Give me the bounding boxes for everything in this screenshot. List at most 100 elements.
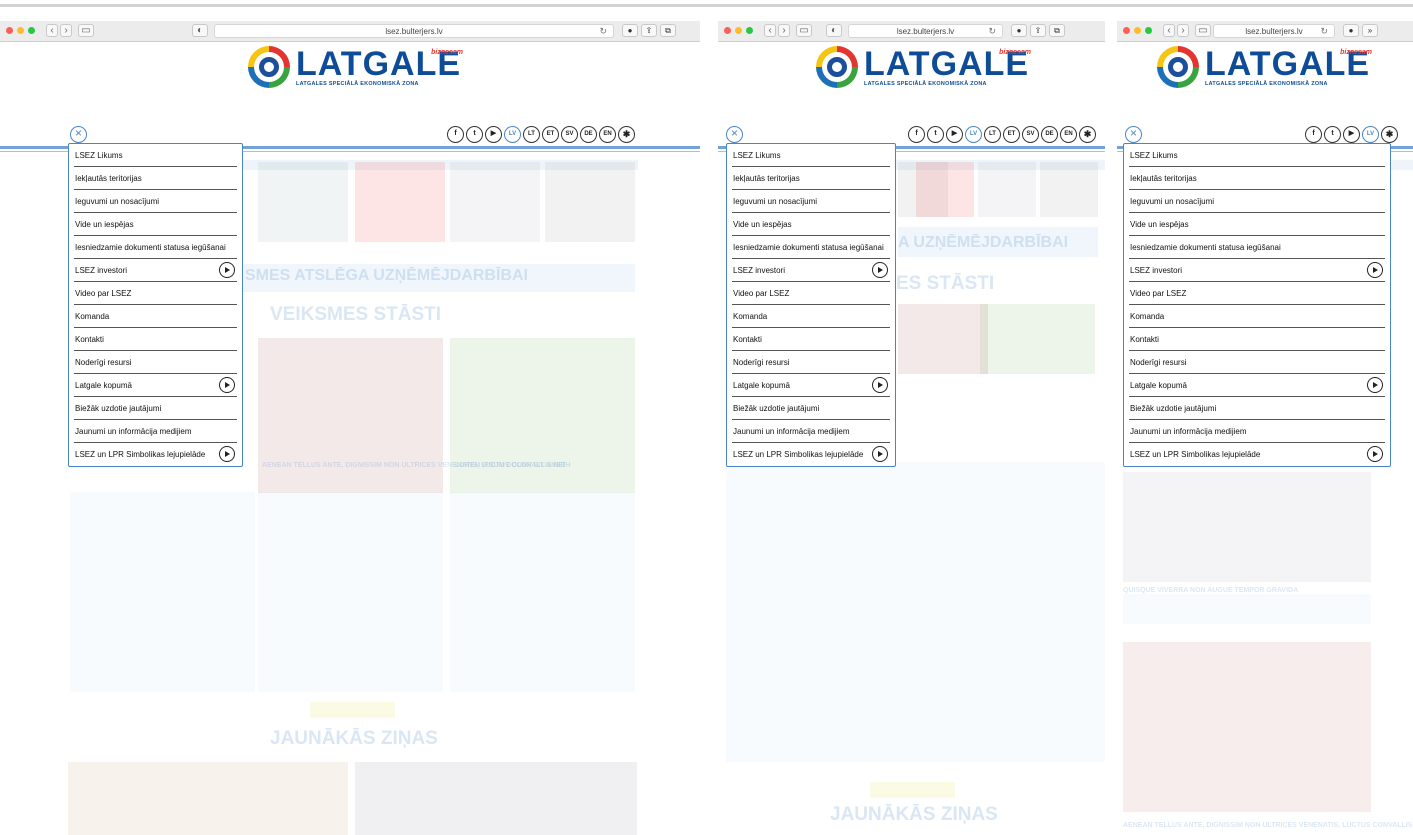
menu-item[interactable]: Vide un iespējas (74, 213, 237, 236)
menu-item[interactable]: LSEZ investori (1129, 259, 1385, 282)
forward-button[interactable]: › (1177, 24, 1189, 37)
menu-item[interactable]: Iekļautās teritorijas (1129, 167, 1385, 190)
close-window-button[interactable] (724, 27, 731, 34)
address-bar[interactable]: lsez.bulterjers.lv ↻ (848, 24, 1003, 38)
menu-item[interactable]: Latgale kopumā (1129, 374, 1385, 397)
language-et-button[interactable]: ET (1003, 126, 1020, 143)
menu-item[interactable]: LSEZ un LPR Simbolikas lejupielāde (1129, 443, 1385, 466)
back-button[interactable]: ‹ (764, 24, 776, 37)
language-lv-button[interactable]: LV (1362, 126, 1379, 143)
menu-item[interactable]: Ieguvumi un nosacījumi (74, 190, 237, 213)
address-bar[interactable]: lsez.bulterjers.lv ↻ (1213, 24, 1335, 38)
downloads-button[interactable]: ● (1343, 24, 1359, 37)
menu-item[interactable]: Iesniedzamie dokumenti statusa iegūšanai (1129, 236, 1385, 259)
privacy-shield-icon[interactable]: ◐ (826, 24, 842, 37)
language-en-button[interactable]: EN (1060, 126, 1077, 143)
sidebar-toggle-button[interactable]: ▭ (78, 24, 94, 37)
facebook-icon[interactable]: f (447, 126, 464, 143)
menu-item[interactable]: Kontakti (1129, 328, 1385, 351)
minimize-window-button[interactable] (735, 27, 742, 34)
menu-item[interactable]: Biežāk uzdotie jautājumi (74, 397, 237, 420)
expand-arrow-icon[interactable] (219, 262, 235, 278)
menu-item[interactable]: Vide un iespējas (1129, 213, 1385, 236)
youtube-icon[interactable]: ▶ (485, 126, 502, 143)
menu-item[interactable]: Ieguvumi un nosacījumi (732, 190, 890, 213)
menu-item[interactable]: Iekļautās teritorijas (732, 167, 890, 190)
menu-item[interactable]: LSEZ un LPR Simbolikas lejupielāde (74, 443, 237, 466)
menu-item[interactable]: LSEZ investori (732, 259, 890, 282)
minimize-window-button[interactable] (1134, 27, 1141, 34)
share-button[interactable]: ⇪ (641, 24, 657, 37)
language-sv-button[interactable]: SV (561, 126, 578, 143)
address-bar[interactable]: lsez.bulterjers.lv ↻ (214, 24, 614, 38)
facebook-icon[interactable]: f (1305, 126, 1322, 143)
menu-item[interactable]: Video par LSEZ (1129, 282, 1385, 305)
sidebar-toggle-button[interactable]: ▭ (796, 24, 812, 37)
menu-item[interactable]: Iesniedzamie dokumenti statusa iegūšanai (74, 236, 237, 259)
sidebar-toggle-button[interactable]: ▭ (1195, 24, 1211, 37)
menu-item[interactable]: Jaunumi un informācija medijiem (74, 420, 237, 443)
menu-item[interactable]: LSEZ un LPR Simbolikas lejupielāde (732, 443, 890, 466)
accessibility-icon[interactable]: ✱ (1079, 126, 1096, 143)
tabs-button[interactable]: ⧉ (660, 24, 676, 37)
twitter-icon[interactable]: t (466, 126, 483, 143)
menu-item[interactable]: Iekļautās teritorijas (74, 167, 237, 190)
downloads-button[interactable]: ● (622, 24, 638, 37)
menu-item[interactable]: Latgale kopumā (74, 374, 237, 397)
menu-item[interactable]: LSEZ investori (74, 259, 237, 282)
back-button[interactable]: ‹ (1163, 24, 1175, 37)
menu-item[interactable]: Komanda (732, 305, 890, 328)
minimize-window-button[interactable] (17, 27, 24, 34)
menu-item[interactable]: LSEZ Likums (74, 144, 237, 167)
site-logo[interactable]: LATGALE LATGALES SPECIĀLĀ EKONOMISKĀ ZONA… (816, 46, 1031, 88)
reload-icon[interactable]: ↻ (1320, 25, 1328, 38)
close-window-button[interactable] (1123, 27, 1130, 34)
language-sv-button[interactable]: SV (1022, 126, 1039, 143)
more-button[interactable]: » (1362, 24, 1378, 37)
language-lt-button[interactable]: LT (523, 126, 540, 143)
zoom-window-button[interactable] (746, 27, 753, 34)
language-de-button[interactable]: DE (580, 126, 597, 143)
menu-item[interactable]: Noderīgi resursi (732, 351, 890, 374)
back-button[interactable]: ‹ (46, 24, 58, 37)
menu-item[interactable]: Kontakti (74, 328, 237, 351)
forward-button[interactable]: › (60, 24, 72, 37)
expand-arrow-icon[interactable] (1367, 262, 1383, 278)
twitter-icon[interactable]: t (1324, 126, 1341, 143)
language-lv-button[interactable]: LV (504, 126, 521, 143)
expand-arrow-icon[interactable] (219, 377, 235, 393)
close-menu-button[interactable]: × (1125, 126, 1142, 143)
menu-item[interactable]: Komanda (74, 305, 237, 328)
reload-icon[interactable]: ↻ (599, 25, 607, 38)
menu-item[interactable]: Noderīgi resursi (74, 351, 237, 374)
menu-item[interactable]: Vide un iespējas (732, 213, 890, 236)
twitter-icon[interactable]: t (927, 126, 944, 143)
accessibility-icon[interactable]: ✱ (618, 126, 635, 143)
menu-item[interactable]: Ieguvumi un nosacījumi (1129, 190, 1385, 213)
forward-button[interactable]: › (778, 24, 790, 37)
menu-item[interactable]: LSEZ Likums (732, 144, 890, 167)
share-button[interactable]: ⇪ (1030, 24, 1046, 37)
expand-arrow-icon[interactable] (872, 262, 888, 278)
language-en-button[interactable]: EN (599, 126, 616, 143)
youtube-icon[interactable]: ▶ (946, 126, 963, 143)
close-menu-button[interactable]: × (70, 126, 87, 143)
reload-icon[interactable]: ↻ (988, 25, 996, 38)
language-et-button[interactable]: ET (542, 126, 559, 143)
language-lt-button[interactable]: LT (984, 126, 1001, 143)
menu-item[interactable]: Kontakti (732, 328, 890, 351)
close-window-button[interactable] (6, 27, 13, 34)
menu-item[interactable]: Biežāk uzdotie jautājumi (732, 397, 890, 420)
zoom-window-button[interactable] (1145, 27, 1152, 34)
menu-item[interactable]: Jaunumi un informācija medijiem (1129, 420, 1385, 443)
site-logo[interactable]: LATGALE LATGALES SPECIĀLĀ EKONOMISKĀ ZONA… (248, 46, 463, 88)
menu-item[interactable]: Komanda (1129, 305, 1385, 328)
menu-item[interactable]: Biežāk uzdotie jautājumi (1129, 397, 1385, 420)
menu-item[interactable]: Video par LSEZ (732, 282, 890, 305)
menu-item[interactable]: Jaunumi un informācija medijiem (732, 420, 890, 443)
privacy-shield-icon[interactable]: ◐ (192, 24, 208, 37)
language-de-button[interactable]: DE (1041, 126, 1058, 143)
youtube-icon[interactable]: ▶ (1343, 126, 1360, 143)
expand-arrow-icon[interactable] (872, 446, 888, 462)
expand-arrow-icon[interactable] (872, 377, 888, 393)
